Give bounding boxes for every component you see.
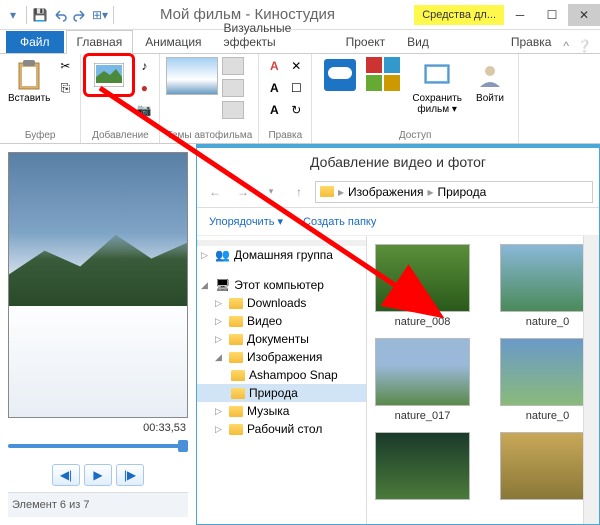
tab-home[interactable]: Главная xyxy=(66,30,134,54)
explorer-toolbar: Упорядочить ▾ Создать папку xyxy=(197,208,599,236)
history-dropdown[interactable]: ▾ xyxy=(259,180,283,204)
ribbon-group-themes: Темы автофильма xyxy=(160,54,259,143)
save-icon[interactable]: 💾 xyxy=(31,6,49,24)
minimize-button[interactable]: ─ xyxy=(504,4,536,26)
folder-icon xyxy=(320,186,334,197)
select-icon[interactable]: ☐ xyxy=(287,79,305,97)
onedrive-icon xyxy=(324,59,356,91)
credits-icon[interactable]: A xyxy=(265,101,283,119)
tree-ashampoo[interactable]: Ashampoo Snap xyxy=(197,366,366,384)
file-explorer-dialog: Добавление видео и фотог ← → ▾ ↑ ▸ Изобр… xyxy=(196,144,600,525)
tab-edit[interactable]: Правка xyxy=(501,31,562,53)
remove-icon[interactable]: ✕ xyxy=(287,57,305,75)
clipboard-icon xyxy=(13,59,45,91)
help-icon[interactable]: ❔ xyxy=(577,39,592,53)
tab-effects[interactable]: Визуальные эффекты xyxy=(214,17,334,53)
file-grid: nature_008 nature_0 nature_017 nature_0 xyxy=(367,236,599,524)
play-button[interactable]: ▶ xyxy=(84,464,112,486)
theme-thumbnail[interactable] xyxy=(166,57,218,95)
collapse-ribbon-icon[interactable]: ^ xyxy=(563,39,569,53)
prev-frame-button[interactable]: ◀| xyxy=(52,464,80,486)
qat-dropdown-icon[interactable]: ▾ xyxy=(4,6,22,24)
content-area: 00:33,53 ◀| ▶ |▶ Элемент 6 из 7 Добавлен… xyxy=(0,144,600,525)
tab-view[interactable]: Вид xyxy=(397,31,439,53)
rotate-icon[interactable]: ↻ xyxy=(287,101,305,119)
up-button[interactable]: ↑ xyxy=(287,180,311,204)
file-item[interactable]: nature_0 xyxy=(500,338,595,422)
add-music-icon[interactable]: ♪ xyxy=(135,57,153,75)
file-item[interactable] xyxy=(500,432,595,500)
tree-documents[interactable]: ▷Документы xyxy=(197,330,366,348)
cut-icon[interactable]: ✂ xyxy=(56,57,74,75)
timeline-slider[interactable] xyxy=(8,444,188,452)
picture-icon xyxy=(93,59,125,91)
tree-desktop[interactable]: ▷Рабочий стол xyxy=(197,420,366,438)
snapshot-icon[interactable]: 📷 xyxy=(135,101,153,119)
back-button[interactable]: ← xyxy=(203,180,227,204)
quick-access-toolbar: ▾ 💾 ⊞▾ xyxy=(0,6,120,24)
theme-more-icon[interactable] xyxy=(222,101,244,119)
folder-tree: ▷👥Домашняя группа ◢🖥Этот компьютер ▷Down… xyxy=(197,236,367,524)
tree-homegroup[interactable]: ▷👥Домашняя группа xyxy=(197,246,366,264)
grid-scrollbar[interactable] xyxy=(583,236,599,524)
new-folder-button[interactable]: Создать папку xyxy=(303,216,376,228)
qat-more-icon[interactable]: ⊞▾ xyxy=(91,6,109,24)
tree-video[interactable]: ▷Видео xyxy=(197,312,366,330)
ribbon-group-add: ♪ ● 📷 Добавление xyxy=(81,54,160,143)
user-icon xyxy=(474,59,506,91)
record-icon[interactable]: ● xyxy=(135,79,153,97)
forward-button[interactable]: → xyxy=(231,180,255,204)
file-item[interactable] xyxy=(375,432,470,500)
file-item[interactable]: nature_017 xyxy=(375,338,470,422)
tree-computer[interactable]: ◢🖥Этот компьютер xyxy=(197,276,366,294)
theme-next-icon[interactable] xyxy=(222,79,244,97)
tree-music[interactable]: ▷Музыка xyxy=(197,402,366,420)
address-bar[interactable]: ▸ Изображения ▸ Природа xyxy=(315,181,593,203)
tab-project[interactable]: Проект xyxy=(336,31,396,53)
tree-scrollbar[interactable] xyxy=(197,240,366,246)
share-icons[interactable] xyxy=(366,57,406,91)
login-button[interactable]: Войти xyxy=(468,57,512,106)
preview-image[interactable] xyxy=(8,152,188,418)
ribbon-group-edit: A A A ✕ ☐ ↻ Правка xyxy=(259,54,312,143)
explorer-body: ▷👥Домашняя группа ◢🖥Этот компьютер ▷Down… xyxy=(197,236,599,524)
organize-button[interactable]: Упорядочить ▾ xyxy=(209,215,283,228)
undo-icon[interactable] xyxy=(51,6,69,24)
close-button[interactable]: ✕ xyxy=(568,4,600,26)
ribbon-group-access: Сохранить фильм ▾ Войти Доступ xyxy=(312,54,519,143)
timecode: 00:33,53 xyxy=(8,418,188,438)
save-movie-icon xyxy=(421,59,453,91)
file-item[interactable]: nature_008 xyxy=(375,244,470,328)
window-controls: ─ ☐ ✕ xyxy=(504,4,600,26)
copy-icon[interactable]: ⎘ xyxy=(56,79,74,97)
preview-pane: 00:33,53 ◀| ▶ |▶ Элемент 6 из 7 xyxy=(0,144,196,525)
tree-downloads[interactable]: ▷Downloads xyxy=(197,294,366,312)
contextual-tools-tab[interactable]: Средства дл... xyxy=(414,5,504,25)
explorer-nav: ← → ▾ ↑ ▸ Изображения ▸ Природа xyxy=(197,176,599,208)
caption-icon[interactable]: A xyxy=(265,79,283,97)
file-tab[interactable]: Файл xyxy=(6,31,64,53)
tree-images[interactable]: ◢Изображения xyxy=(197,348,366,366)
maximize-button[interactable]: ☐ xyxy=(536,4,568,26)
ribbon: Вставить ✂ ⎘ Буфер ♪ ● 📷 Добавление xyxy=(0,54,600,144)
add-video-photo-button[interactable] xyxy=(87,57,131,93)
file-item[interactable]: nature_0 xyxy=(500,244,595,328)
tree-nature[interactable]: Природа xyxy=(197,384,366,402)
next-frame-button[interactable]: |▶ xyxy=(116,464,144,486)
status-text: Элемент 6 из 7 xyxy=(8,492,188,517)
save-movie-button[interactable]: Сохранить фильм ▾ xyxy=(410,57,464,117)
theme-prev-icon[interactable] xyxy=(222,57,244,75)
paste-button[interactable]: Вставить xyxy=(6,57,52,106)
title-icon[interactable]: A xyxy=(265,57,283,75)
ribbon-tabs: Файл Главная Анимация Визуальные эффекты… xyxy=(0,30,600,54)
playback-controls: ◀| ▶ |▶ xyxy=(8,464,188,486)
redo-icon[interactable] xyxy=(71,6,89,24)
onedrive-button[interactable] xyxy=(318,57,362,93)
dialog-title: Добавление видео и фотог xyxy=(197,148,599,176)
ribbon-group-clipboard: Вставить ✂ ⎘ Буфер xyxy=(0,54,81,143)
tab-animation[interactable]: Анимация xyxy=(135,31,211,53)
